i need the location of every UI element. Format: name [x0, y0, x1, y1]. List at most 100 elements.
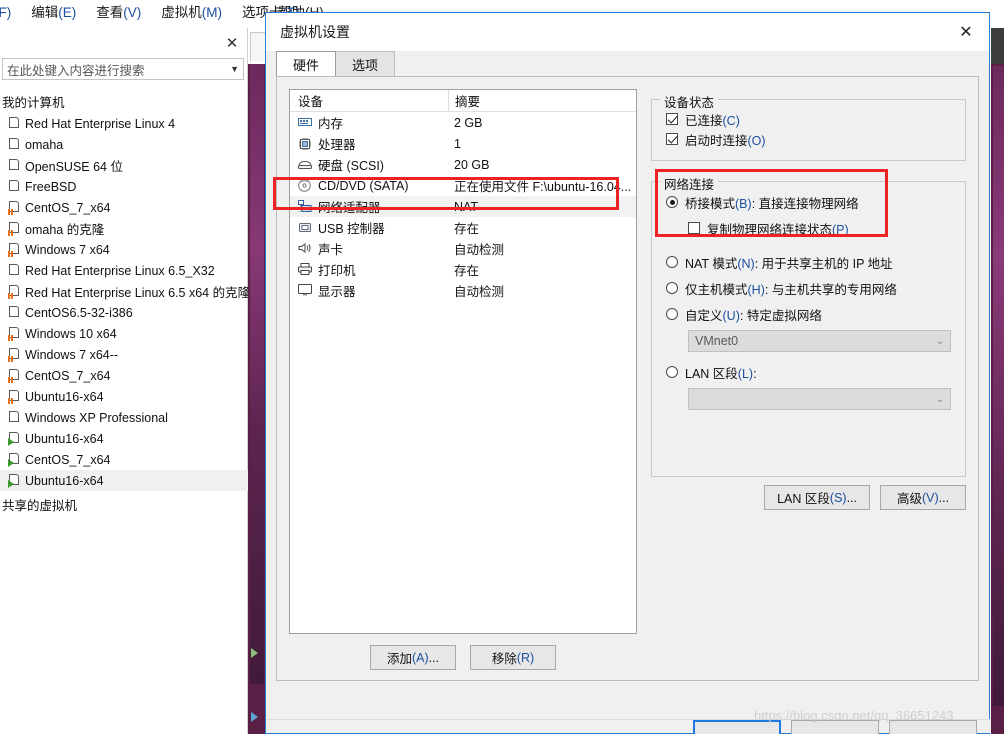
radio-row-custom[interactable]: 自定义(U): 特定虚拟网络 — [666, 304, 965, 324]
device-summary-cell: 正在使用文件 F:\ubuntu-16.04... — [454, 180, 632, 194]
vm-list-item[interactable]: Windows 10 x64 — [0, 323, 248, 344]
checkbox-connected[interactable] — [666, 113, 678, 125]
vm-list-item[interactable]: Ubuntu16-x64 — [0, 386, 248, 407]
connect-at-poweron-checkbox-row[interactable]: 启动时连接(O) — [666, 129, 965, 149]
vm-list-item[interactable]: Windows 7 x64 — [0, 239, 248, 260]
vm-suspended-icon — [8, 390, 20, 404]
device-name-cell: 打印机 — [290, 260, 448, 279]
device-row[interactable]: 内存 2 GB — [290, 112, 636, 133]
vm-list-item[interactable]: omaha 的克隆 — [0, 218, 248, 239]
device-row[interactable]: 声卡 自动检测 — [290, 238, 636, 259]
tab-hardware[interactable]: 硬件 — [276, 51, 337, 76]
vm-list-item-label: CentOS_7_x64 — [25, 452, 111, 467]
radio-custom[interactable] — [666, 308, 678, 320]
remove-button[interactable]: 移除 (R) — [470, 645, 556, 670]
lan-segment-dropdown[interactable]: ⌄ — [688, 388, 951, 410]
menu-vm[interactable]: 虚拟机(M) — [151, 0, 232, 26]
replicate-state-row[interactable]: 复制物理网络连接状态(P) — [688, 218, 965, 238]
memory-icon — [298, 116, 312, 129]
vm-list-item-label: FreeBSD — [25, 179, 77, 194]
checkbox-connect-at-power-on[interactable] — [666, 133, 678, 145]
device-name-label: 显示器 — [318, 285, 356, 299]
vm-powered-icon — [8, 453, 20, 467]
device-summary-cell: 20 GB — [454, 157, 490, 172]
menu-edit[interactable]: 编辑(E) — [21, 0, 86, 26]
network-connection-legend: 网络连接 — [660, 174, 719, 193]
tree-root-my-computer[interactable]: 我的计算机 — [0, 90, 248, 113]
vm-suspended-icon — [8, 348, 20, 362]
device-list[interactable]: 设备 摘要 内存 2 GB 处理器 1 硬盘 (SCSI) 20 GB CD/DVD (SA… — [289, 89, 637, 634]
device-row[interactable]: 硬盘 (SCSI) 20 GB — [290, 154, 636, 175]
vm-list-item[interactable]: Red Hat Enterprise Linux 6.5 x64 的克隆 — [0, 281, 250, 302]
radio-row-bridged[interactable]: 桥接模式(B): 直接连接物理网络 — [666, 192, 965, 212]
chevron-down-icon[interactable]: ▼ — [230, 64, 239, 74]
vm-list-item[interactable]: Red Hat Enterprise Linux 4 — [0, 113, 248, 134]
network-action-buttons: LAN 区段 (S)... 高级 (V)... — [764, 485, 966, 510]
lan-segments-button[interactable]: LAN 区段 (S)... — [764, 485, 870, 510]
checkbox-replicate-physical-state[interactable] — [688, 222, 700, 234]
device-name-cell: 处理器 — [290, 134, 448, 153]
vm-list-item[interactable]: Ubuntu16-x64 — [0, 470, 248, 491]
menu-file[interactable]: (F) — [0, 0, 21, 26]
tab-options[interactable]: 选项 — [335, 51, 396, 76]
network-adapter-icon — [298, 200, 312, 213]
search-input[interactable]: 在此处键入内容进行搜索 ▼ — [2, 58, 244, 80]
device-row[interactable]: 显示器 自动检测 — [290, 280, 636, 301]
cd-dvd-icon — [298, 179, 312, 192]
vm-list-item[interactable]: FreeBSD — [0, 176, 248, 197]
vm-list-item[interactable]: omaha — [0, 134, 248, 155]
printer-icon — [298, 263, 312, 276]
chevron-down-icon[interactable]: ⌄ — [936, 336, 944, 347]
dialog-body: 硬件 选项 设备 摘要 内存 2 GB 处理器 1 硬盘 (SCSI) 20 GB CD/D… — [266, 51, 989, 733]
device-row[interactable]: CD/DVD (SATA) 正在使用文件 F:\ubuntu-16.04... — [290, 175, 636, 196]
menu-view[interactable]: 查看(V) — [86, 0, 151, 26]
radio-row-lan-segment[interactable]: LAN 区段(L): — [666, 362, 965, 382]
device-summary-cell: 自动检测 — [454, 243, 505, 257]
advanced-button[interactable]: 高级 (V)... — [880, 485, 966, 510]
vm-list-item[interactable]: Red Hat Enterprise Linux 6.5_X32 — [0, 260, 248, 281]
vm-settings-dialog: 虚拟机设置 ✕ 硬件 选项 设备 摘要 内存 2 GB 处理器 1 硬盘 (SCSI) 2… — [265, 12, 991, 734]
radio-custom-label: 自定义(U): 特定虚拟网络 — [685, 308, 822, 323]
vm-off-icon — [8, 411, 20, 424]
radio-nat[interactable] — [666, 256, 678, 268]
search-placeholder: 在此处键入内容进行搜索 — [7, 63, 145, 78]
vm-list-item[interactable]: Ubuntu16-x64 — [0, 428, 248, 449]
device-row[interactable]: 网络适配器 NAT — [290, 196, 636, 217]
vm-library-tree: 我的计算机 Red Hat Enterprise Linux 4 omaha Ope… — [0, 90, 250, 514]
vm-list-item[interactable]: CentOS_7_x64 — [0, 365, 248, 386]
vm-list-item-label: omaha — [25, 137, 64, 152]
connected-checkbox-row[interactable]: 已连接(C) — [666, 109, 965, 129]
custom-network-dropdown[interactable]: VMnet0 ⌄ — [688, 330, 951, 352]
radio-lan-segment[interactable] — [666, 366, 678, 378]
radio-bridged[interactable] — [666, 196, 678, 208]
device-row[interactable]: USB 控制器 存在 — [290, 217, 636, 238]
vm-list-item[interactable]: CentOS_7_x64 — [0, 449, 248, 470]
close-icon[interactable]: ✕ — [943, 13, 989, 50]
device-status-legend: 设备状态 — [660, 92, 719, 111]
radio-row-host-only[interactable]: 仅主机模式(H): 与主机共享的专用网络 — [666, 278, 965, 298]
vm-suspended-icon — [8, 201, 20, 215]
add-button[interactable]: 添加 (A)... — [370, 645, 456, 670]
connected-label: 已连接(C) — [685, 113, 740, 128]
device-name-cell: 硬盘 (SCSI) — [290, 155, 448, 174]
vm-list-item-label: OpenSUSE 64 位 — [25, 160, 123, 174]
vm-suspended-icon — [8, 243, 20, 257]
play-arrow-icon — [251, 648, 258, 658]
radio-host-only[interactable] — [666, 282, 678, 294]
pointer-arrow-icon — [251, 712, 258, 722]
close-icon[interactable]: ✕ — [223, 36, 241, 54]
device-row[interactable]: 处理器 1 — [290, 133, 636, 154]
vm-list-item[interactable]: CentOS_7_x64 — [0, 197, 248, 218]
radio-bridged-label: 桥接模式(B): 直接连接物理网络 — [685, 196, 859, 211]
vm-list-item[interactable]: CentOS6.5-32-i386 — [0, 302, 248, 323]
tree-root-shared-vms[interactable]: 共享的虚拟机 — [0, 491, 248, 514]
device-row[interactable]: 打印机 存在 — [290, 259, 636, 280]
vm-list-item[interactable]: OpenSUSE 64 位 — [0, 155, 248, 176]
device-name-label: 网络适配器 — [318, 201, 381, 215]
radio-row-nat[interactable]: NAT 模式(N): 用于共享主机的 IP 地址 — [666, 252, 965, 272]
vm-list-item[interactable]: Windows XP Professional — [0, 407, 248, 428]
vm-list-item[interactable]: Windows 7 x64-- — [0, 344, 248, 365]
radio-nat-label: NAT 模式(N): 用于共享主机的 IP 地址 — [685, 256, 893, 271]
screen: (F) 编辑(E) 查看(V) 虚拟机(M) 选项卡(T) 帮助(H) ✕ 在此… — [0, 0, 1004, 734]
chevron-down-icon[interactable]: ⌄ — [936, 394, 944, 405]
